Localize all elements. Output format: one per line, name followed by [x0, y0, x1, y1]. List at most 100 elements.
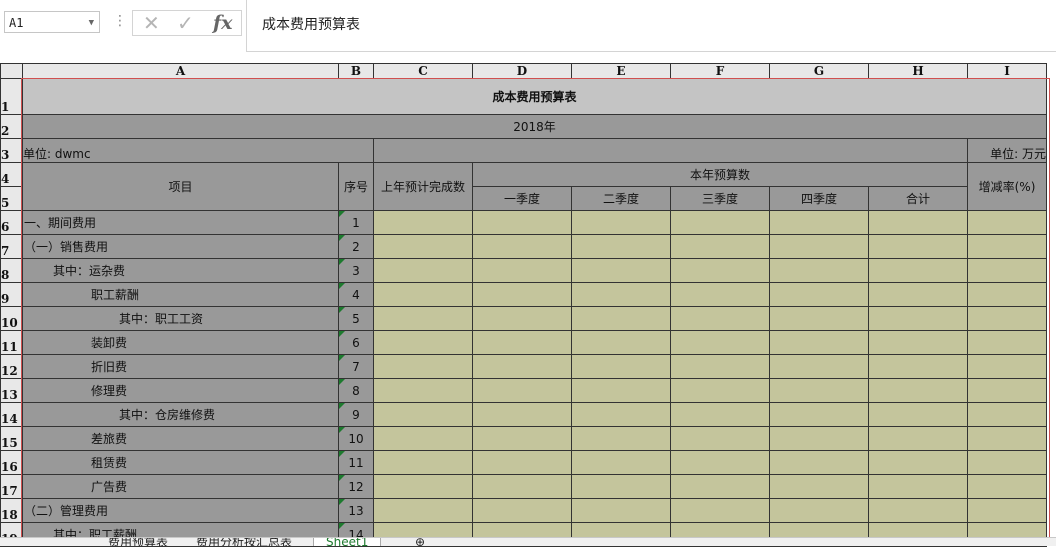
seq-cell[interactable]: 7 [338, 354, 374, 379]
row-header[interactable]: 7 [0, 234, 23, 259]
row-header[interactable]: 2 [0, 114, 23, 139]
seq-cell[interactable]: 12 [338, 474, 374, 499]
item-cell[interactable]: 差旅费 [22, 426, 339, 451]
value-cell[interactable] [868, 282, 968, 307]
column-header[interactable]: F [670, 63, 770, 79]
seq-cell[interactable]: 10 [338, 426, 374, 451]
value-cell[interactable] [571, 234, 671, 259]
insert-function-icon[interactable]: fx [213, 13, 233, 33]
value-cell[interactable] [373, 210, 473, 235]
value-cell[interactable] [670, 474, 770, 499]
value-cell[interactable] [373, 498, 473, 523]
value-cell[interactable] [868, 258, 968, 283]
item-cell[interactable]: 广告费 [22, 474, 339, 499]
row-header[interactable]: 18 [0, 498, 23, 523]
value-cell[interactable] [472, 210, 572, 235]
value-cell[interactable] [373, 282, 473, 307]
value-cell[interactable] [373, 378, 473, 403]
value-cell[interactable] [571, 330, 671, 355]
value-cell[interactable] [769, 210, 869, 235]
row-header[interactable]: 4 [0, 162, 23, 187]
header-q1[interactable]: 一季度 [472, 186, 572, 211]
row-header[interactable]: 12 [0, 354, 23, 379]
value-cell[interactable] [571, 354, 671, 379]
value-cell[interactable] [670, 330, 770, 355]
value-cell[interactable] [967, 378, 1047, 403]
seq-cell[interactable]: 9 [338, 402, 374, 427]
value-cell[interactable] [967, 474, 1047, 499]
value-cell[interactable] [670, 210, 770, 235]
value-cell[interactable] [967, 258, 1047, 283]
year-cell[interactable]: 2018年 [22, 114, 1047, 139]
unit-left-cell[interactable]: 单位: dwmc [22, 138, 374, 163]
value-cell[interactable] [967, 234, 1047, 259]
seq-cell[interactable]: 6 [338, 330, 374, 355]
seq-cell[interactable]: 4 [338, 282, 374, 307]
item-cell[interactable]: 修理费 [22, 378, 339, 403]
value-cell[interactable] [868, 234, 968, 259]
cancel-icon[interactable]: ✕ [143, 13, 160, 33]
value-cell[interactable] [769, 426, 869, 451]
value-cell[interactable] [472, 306, 572, 331]
column-header[interactable]: C [373, 63, 473, 79]
value-cell[interactable] [967, 354, 1047, 379]
header-prev-year[interactable]: 上年预计完成数 [373, 162, 473, 211]
row-header[interactable]: 1 [0, 78, 23, 115]
unit-right-cell[interactable]: 单位: 万元 [967, 138, 1047, 163]
value-cell[interactable] [472, 234, 572, 259]
value-cell[interactable] [670, 426, 770, 451]
column-header[interactable]: B [338, 63, 374, 79]
value-cell[interactable] [571, 306, 671, 331]
row-header[interactable]: 10 [0, 306, 23, 331]
row-header[interactable]: 14 [0, 402, 23, 427]
value-cell[interactable] [571, 402, 671, 427]
value-cell[interactable] [967, 306, 1047, 331]
formula-input[interactable] [246, 0, 1056, 52]
header-growth[interactable]: 增减率(%) [967, 162, 1047, 211]
seq-cell[interactable]: 3 [338, 258, 374, 283]
value-cell[interactable] [571, 282, 671, 307]
value-cell[interactable] [571, 450, 671, 475]
seq-cell[interactable]: 5 [338, 306, 374, 331]
row-header[interactable]: 11 [0, 330, 23, 355]
value-cell[interactable] [967, 450, 1047, 475]
value-cell[interactable] [670, 402, 770, 427]
header-total[interactable]: 合计 [868, 186, 968, 211]
value-cell[interactable] [670, 354, 770, 379]
select-all-corner[interactable] [0, 63, 23, 79]
value-cell[interactable] [472, 450, 572, 475]
value-cell[interactable] [868, 210, 968, 235]
item-cell[interactable]: 装卸费 [22, 330, 339, 355]
item-cell[interactable]: 其中：运杂费 [22, 258, 339, 283]
column-header[interactable]: H [868, 63, 968, 79]
column-header[interactable]: I [967, 63, 1047, 79]
header-q3[interactable]: 三季度 [670, 186, 770, 211]
row-header[interactable]: 17 [0, 474, 23, 499]
seq-cell[interactable]: 8 [338, 378, 374, 403]
row-header[interactable]: 9 [0, 282, 23, 307]
value-cell[interactable] [670, 258, 770, 283]
value-cell[interactable] [472, 282, 572, 307]
value-cell[interactable] [571, 258, 671, 283]
column-header[interactable]: G [769, 63, 869, 79]
value-cell[interactable] [967, 402, 1047, 427]
value-cell[interactable] [868, 330, 968, 355]
confirm-icon[interactable]: ✓ [177, 13, 194, 33]
value-cell[interactable] [571, 426, 671, 451]
value-cell[interactable] [769, 450, 869, 475]
value-cell[interactable] [571, 210, 671, 235]
value-cell[interactable] [472, 354, 572, 379]
value-cell[interactable] [373, 330, 473, 355]
header-q2[interactable]: 二季度 [571, 186, 671, 211]
value-cell[interactable] [868, 474, 968, 499]
item-cell[interactable]: （二）管理费用 [22, 498, 339, 523]
value-cell[interactable] [373, 450, 473, 475]
value-cell[interactable] [868, 378, 968, 403]
value-cell[interactable] [967, 210, 1047, 235]
value-cell[interactable] [373, 402, 473, 427]
seq-cell[interactable]: 11 [338, 450, 374, 475]
item-cell[interactable]: 其中：职工工资 [22, 306, 339, 331]
value-cell[interactable] [769, 258, 869, 283]
value-cell[interactable] [868, 498, 968, 523]
row-header[interactable]: 13 [0, 378, 23, 403]
